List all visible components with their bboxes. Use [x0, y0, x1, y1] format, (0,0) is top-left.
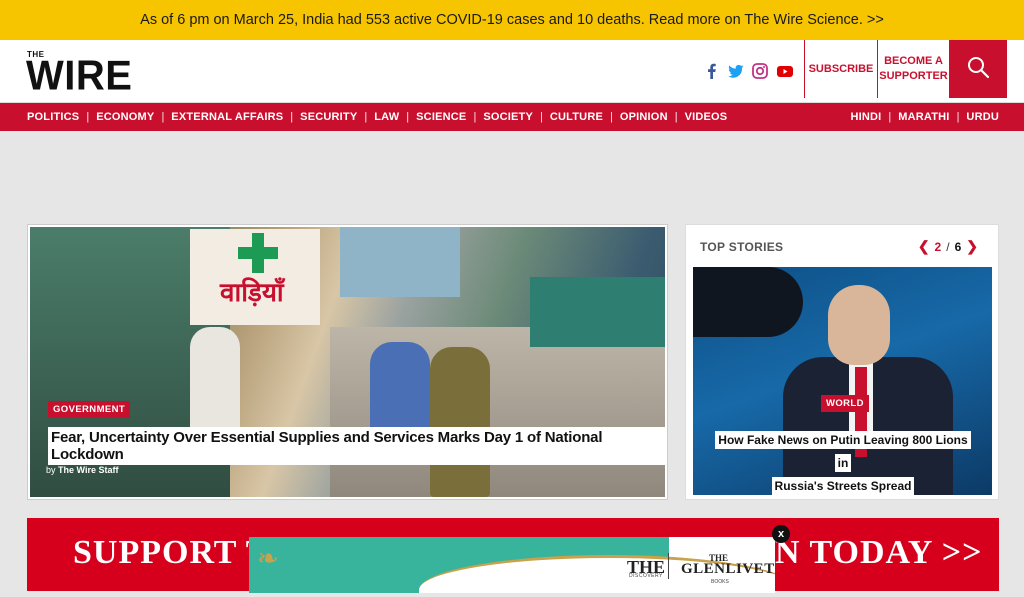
close-icon: x	[777, 528, 785, 540]
lead-story-card[interactable]: वाड़ियाँ GOVERNMENT Fear, Uncertainty Ov…	[27, 224, 668, 500]
nav-languages: HINDI | MARATHI | URDU	[843, 103, 1006, 131]
support-banner-text-left: SUPPORT T	[73, 534, 270, 571]
top-story-category-tag[interactable]: WORLD	[821, 395, 869, 412]
youtube-icon[interactable]	[776, 63, 794, 79]
top-stories-pager: ❮ 2 / 6 ❯	[918, 238, 978, 255]
social-links	[704, 63, 794, 79]
nav-separator: |	[956, 111, 960, 123]
nav-separator: |	[473, 111, 477, 123]
covid-alert-text[interactable]: As of 6 pm on March 25, India had 553 ac…	[140, 12, 884, 28]
pharmacy-sign-text: वाड़ियाँ	[220, 278, 284, 308]
byline-prefix: by	[46, 465, 56, 475]
image-head	[828, 285, 890, 365]
nav-sections: POLITICS | ECONOMY | EXTERNAL AFFAIRS | SEC…	[20, 103, 734, 131]
next-arrow-icon[interactable]: ❯	[966, 238, 978, 255]
nav-separator: |	[161, 111, 165, 123]
top-stories-title: TOP STORIES	[700, 240, 784, 254]
nav-separator: |	[364, 111, 368, 123]
top-story-headline-line1[interactable]: How Fake News on Putin Leaving 800 Lions…	[715, 431, 971, 472]
ad-discovery-text: DISCOVERY	[629, 573, 663, 579]
image-sky	[340, 227, 460, 297]
pager-total: 6	[954, 239, 962, 254]
lead-story-byline: by The Wire Staff	[46, 465, 118, 475]
nav-item-culture[interactable]: CULTURE	[543, 111, 610, 123]
nav-item-security[interactable]: SECURITY	[293, 111, 364, 123]
nav-item-hindi[interactable]: HINDI	[843, 111, 888, 123]
supporter-label-line1: BECOME A	[884, 55, 943, 67]
ad-close-button[interactable]: x	[772, 525, 790, 543]
nav-item-external-affairs[interactable]: EXTERNAL AFFAIRS	[164, 111, 290, 123]
nav-separator: |	[86, 111, 90, 123]
supporter-label-line2: SUPPORTER	[879, 70, 948, 82]
nav-item-politics[interactable]: POLITICS	[20, 111, 86, 123]
site-logo[interactable]: THE WIRE	[26, 50, 156, 99]
nav-item-society[interactable]: SOCIETY	[476, 111, 540, 123]
subscribe-label: SUBSCRIBE	[808, 62, 874, 75]
image-person	[190, 327, 240, 437]
nav-item-economy[interactable]: ECONOMY	[89, 111, 161, 123]
lead-story-headline[interactable]: Fear, Uncertainty Over Essential Supplie…	[48, 427, 665, 465]
supporter-label: BECOME A SUPPORTER	[879, 54, 947, 84]
nav-item-science[interactable]: SCIENCE	[409, 111, 473, 123]
pager-current: 2	[934, 239, 942, 254]
nav-item-urdu[interactable]: URDU	[959, 111, 1006, 123]
nav-separator: |	[888, 111, 892, 123]
image-person	[430, 347, 490, 497]
nav-separator: |	[610, 111, 613, 123]
nav-separator: |	[290, 111, 294, 123]
prev-arrow-icon[interactable]: ❮	[918, 238, 930, 255]
site-header: THE WIRE SUBSCRIBE BECOME A SUPPORTER	[0, 40, 1024, 103]
logo-wire: WIRE	[26, 52, 133, 100]
image-person	[370, 342, 430, 432]
search-button[interactable]	[949, 40, 1007, 98]
lead-story-image[interactable]: वाड़ियाँ GOVERNMENT Fear, Uncertainty Ov…	[30, 227, 665, 497]
top-stories-widget: TOP STORIES ❮ 2 / 6 ❯ WORLD How Fake News …	[685, 224, 999, 500]
top-story-headline[interactable]: How Fake News on Putin Leaving 800 Lions…	[713, 429, 973, 495]
become-supporter-button[interactable]: BECOME A SUPPORTER	[877, 40, 949, 98]
pharmacy-cross-icon	[238, 233, 278, 273]
covid-alert-banner[interactable]: As of 6 pm on March 25, India had 553 ac…	[0, 0, 1024, 40]
top-story-headline-line2[interactable]: Russia's Streets Spread	[771, 477, 915, 495]
facebook-icon[interactable]	[704, 63, 720, 79]
search-icon	[966, 55, 990, 84]
byline-author[interactable]: The Wire Staff	[58, 465, 118, 475]
advertisement-banner[interactable]: ❧ THE DISCOVERY THE GLENLIVET BOOKS	[249, 537, 775, 593]
nav-item-opinion[interactable]: OPINION	[613, 111, 675, 123]
nav-separator: |	[674, 111, 678, 123]
nav-item-marathi[interactable]: MARATHI	[891, 111, 956, 123]
feather-icon: ❧	[257, 543, 279, 573]
ad-brand-sub: BOOKS	[711, 579, 729, 585]
lead-story-category-tag[interactable]: GOVERNMENT	[48, 401, 131, 418]
image-pointing-hand	[693, 267, 803, 337]
pager-separator: /	[946, 239, 950, 254]
main-nav: POLITICS | ECONOMY | EXTERNAL AFFAIRS | SEC…	[0, 103, 1024, 131]
nav-item-videos[interactable]: VIDEOS	[678, 111, 735, 123]
subscribe-button[interactable]: SUBSCRIBE	[804, 40, 877, 98]
twitter-icon[interactable]	[728, 63, 744, 79]
ad-brand-name: GLENLIVET	[681, 561, 775, 577]
nav-item-law[interactable]: LAW	[367, 111, 406, 123]
image-truck	[530, 277, 665, 347]
support-banner-text-right: N TODAY >>	[775, 534, 983, 571]
instagram-icon[interactable]	[752, 63, 768, 79]
ad-divider	[668, 553, 669, 579]
top-story-image[interactable]: WORLD How Fake News on Putin Leaving 800…	[693, 267, 992, 495]
nav-separator: |	[406, 111, 410, 123]
nav-separator: |	[540, 111, 543, 123]
